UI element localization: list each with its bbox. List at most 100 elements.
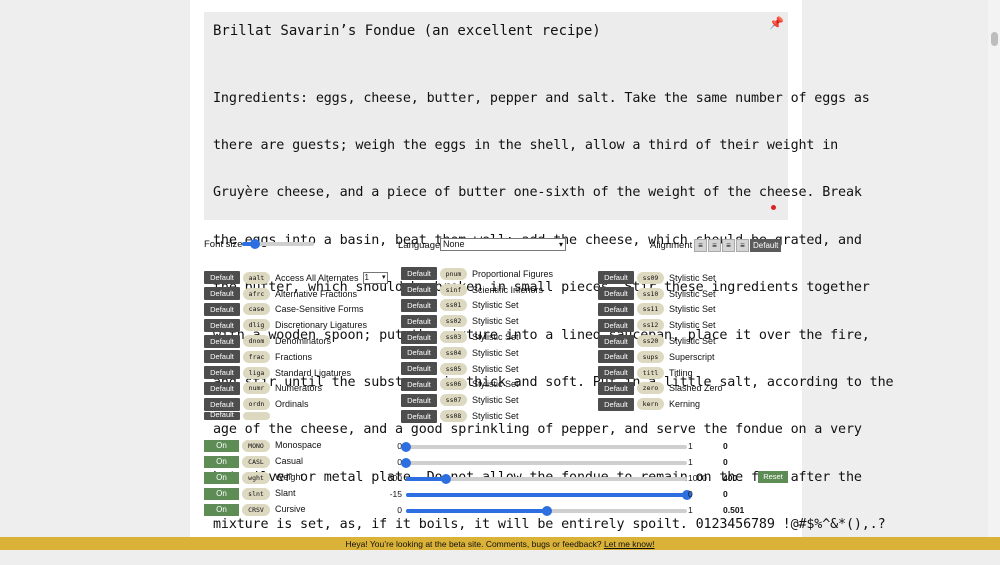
default-button[interactable]: Default — [401, 283, 437, 297]
axis-slider[interactable] — [401, 458, 687, 468]
axis-min: 300 — [387, 473, 402, 483]
default-button[interactable]: Default — [401, 409, 437, 423]
feature-name: Stylistic Set — [472, 411, 519, 422]
sample-line: age of the cheese, and a good sprinkling… — [213, 422, 862, 438]
default-button[interactable]: Default — [204, 318, 240, 332]
pin-icon[interactable]: 📌 — [769, 16, 784, 30]
default-button[interactable]: Default — [401, 314, 437, 328]
axis-knob[interactable] — [541, 506, 552, 516]
reset-button[interactable]: Reset — [758, 471, 788, 483]
default-button[interactable]: Default — [598, 318, 634, 332]
axis-value: 400 — [723, 473, 738, 483]
default-button[interactable]: Default — [598, 381, 634, 395]
default-button[interactable]: Default — [401, 267, 437, 281]
language-select[interactable]: None ▾ — [440, 238, 566, 251]
axis-max: 1 — [688, 505, 693, 515]
language-value: None — [443, 239, 465, 249]
default-button[interactable]: Default — [401, 393, 437, 407]
sample-text-area[interactable]: Brillat Savarin’s Fondue (an excellent r… — [204, 12, 894, 532]
default-button[interactable]: Default — [204, 271, 240, 285]
axis-knob[interactable] — [401, 442, 411, 452]
default-button[interactable]: Default — [204, 366, 240, 380]
feature-row-ss05: Default ss05 Stylistic Set — [401, 361, 591, 377]
default-button[interactable]: Default — [204, 350, 240, 364]
default-button[interactable]: Default — [598, 397, 634, 411]
feature-row-ss02: Default ss02 Stylistic Set — [401, 313, 591, 329]
default-button[interactable]: Default — [401, 377, 437, 391]
axis-max: 1 — [688, 441, 693, 451]
feature-tag: ss11 — [637, 303, 664, 316]
axis-name: Cursive — [275, 504, 306, 514]
default-button[interactable]: Default — [204, 287, 240, 301]
scrollbar[interactable] — [988, 0, 1000, 550]
axis-on-button[interactable]: On — [204, 456, 239, 468]
default-button[interactable]: Default — [598, 334, 634, 348]
alignment-label: Alignment — [650, 240, 693, 251]
font-size-slider[interactable] — [242, 239, 314, 249]
feature-name: Stylistic Set — [472, 395, 519, 406]
axis-tag: CASL — [242, 456, 270, 468]
align-left-icon[interactable]: ≡ — [694, 239, 707, 252]
banner-text: Heya! You’re looking at the beta site. C… — [345, 539, 602, 549]
default-button[interactable]: Default — [204, 381, 240, 395]
feature-name: Stylistic Set — [669, 288, 716, 299]
default-button[interactable]: Default — [598, 302, 634, 316]
chevron-down-icon: ▾ — [558, 240, 563, 249]
feedback-link[interactable]: Let me know! — [604, 539, 655, 549]
axis-knob[interactable] — [441, 474, 452, 484]
feature-tag: ss04 — [440, 346, 467, 359]
default-button[interactable]: Default — [204, 334, 240, 348]
feature-name: Kerning — [669, 399, 701, 410]
default-button[interactable]: Default — [204, 412, 240, 421]
default-button[interactable]: Default — [401, 298, 437, 312]
axis-value: 0 — [723, 489, 728, 499]
font-size-knob[interactable] — [249, 239, 260, 249]
default-button[interactable]: Default — [204, 397, 240, 411]
default-button[interactable]: Default — [598, 287, 634, 301]
axis-tag: CRSV — [242, 504, 270, 516]
alternates-select[interactable]: 1 ▾ — [362, 271, 388, 284]
axis-row-casl: On CASL Casual 0 1 0 — [204, 455, 804, 469]
feature-name: Stylistic Set — [472, 347, 519, 358]
align-center-icon[interactable]: ≡ — [708, 239, 721, 252]
default-button[interactable]: Default — [204, 302, 240, 316]
axis-slider[interactable] — [401, 442, 687, 452]
default-button[interactable]: Default — [598, 271, 634, 285]
axis-knob[interactable] — [401, 458, 411, 468]
axis-on-button[interactable]: On — [204, 440, 239, 452]
feature-tag: pnum — [440, 267, 467, 280]
feature-name: Stylistic Set — [669, 304, 716, 315]
axis-on-button[interactable]: On — [204, 472, 239, 484]
feature-name: Scientific Inferiors — [472, 284, 544, 295]
feature-row-case: Default case Case-Sensitive Forms — [204, 302, 394, 318]
axis-fill — [406, 493, 687, 497]
feature-row-ss10: Default ss10 Stylistic Set — [598, 286, 788, 302]
feature-tag: sinf — [440, 283, 467, 296]
default-button[interactable]: Default — [598, 350, 634, 364]
axis-slider[interactable] — [406, 474, 687, 484]
axis-value: 0 — [723, 457, 728, 467]
feature-tag: ss02 — [440, 315, 467, 328]
scroll-thumb[interactable] — [991, 32, 998, 46]
axis-on-button[interactable]: On — [204, 488, 239, 500]
axis-min: 0 — [397, 505, 402, 515]
axis-min: -15 — [389, 489, 402, 499]
align-justify-icon[interactable]: ≡ — [736, 239, 749, 252]
feature-row-liga: Default liga Standard Ligatures — [204, 365, 394, 381]
axis-on-button[interactable]: On — [204, 504, 239, 516]
feature-row-dlig: Default dlig Discretionary Ligatures — [204, 317, 394, 333]
align-default-button[interactable]: Default — [750, 239, 782, 252]
default-button[interactable]: Default — [401, 346, 437, 360]
align-right-icon[interactable]: ≡ — [722, 239, 735, 252]
default-button[interactable]: Default — [401, 330, 437, 344]
axis-row-wght: On wght Weight 300 1000 400 Reset — [204, 471, 804, 485]
feature-tag: ss06 — [440, 378, 467, 391]
default-button[interactable]: Default — [598, 366, 634, 380]
axis-max: 1 — [688, 457, 693, 467]
feature-name: Standard Ligatures — [275, 367, 352, 378]
axis-slider[interactable] — [406, 490, 692, 500]
axis-slider[interactable] — [406, 506, 687, 516]
feature-row-ordn: Default ordn Ordinals — [204, 396, 394, 412]
feature-name: Alternative Fractions — [275, 288, 358, 299]
default-button[interactable]: Default — [401, 362, 437, 376]
